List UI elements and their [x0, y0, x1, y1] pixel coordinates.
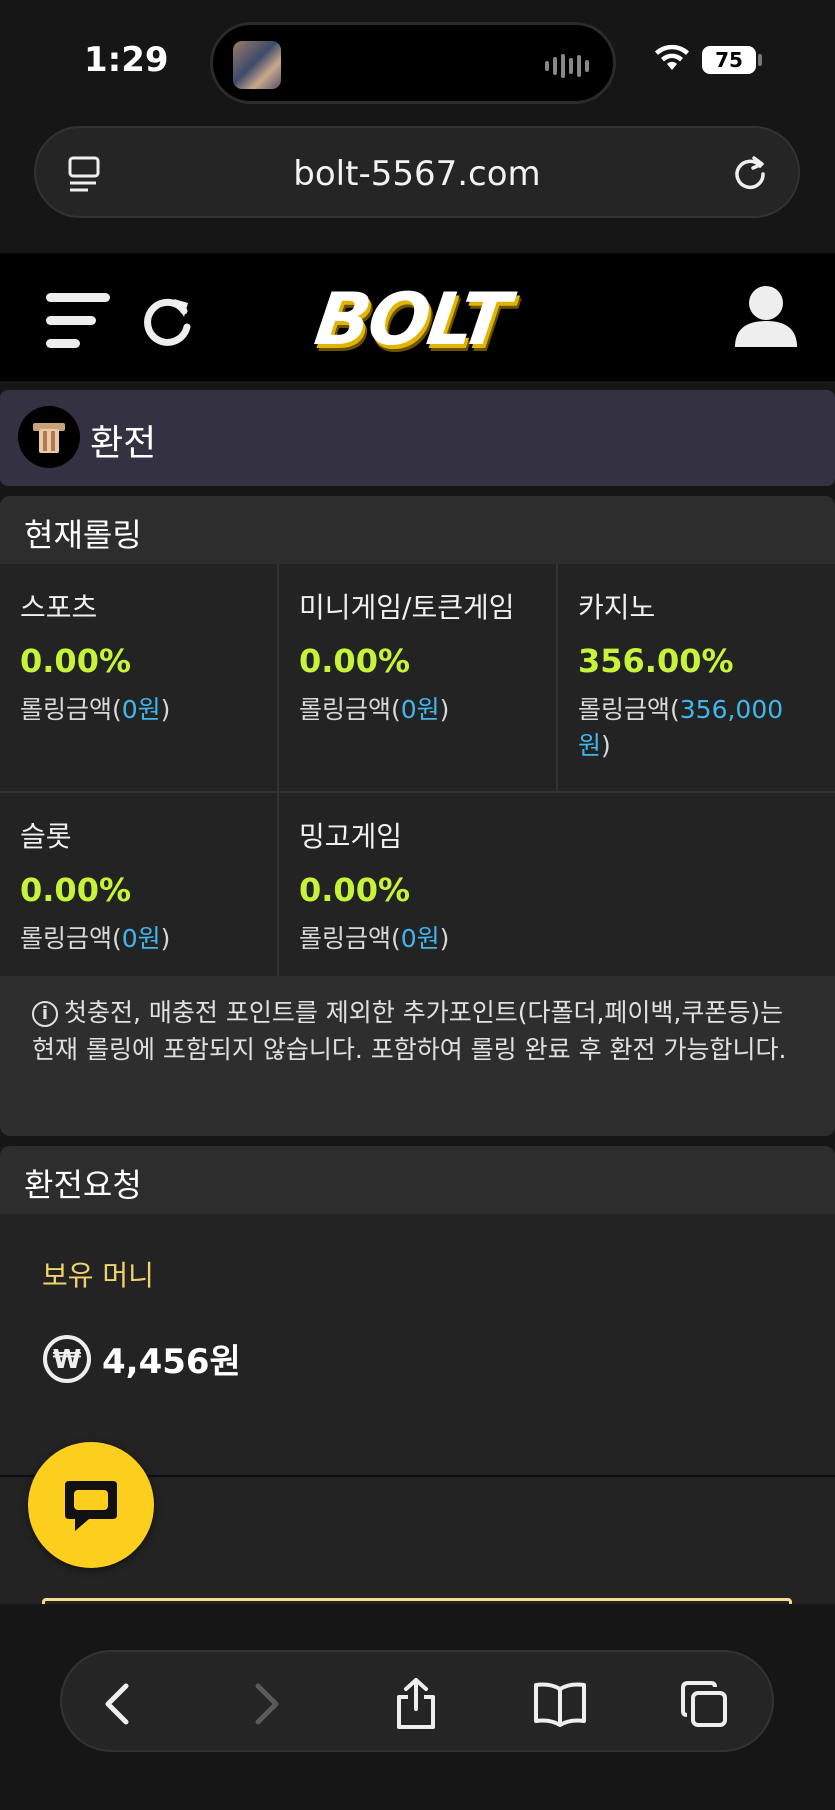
now-playing-thumbnail [233, 41, 281, 89]
battery-indicator: 75 [702, 46, 756, 74]
rolling-item-amount: 롤링금액(356,000 원) [578, 695, 784, 760]
site-header: BOLT [0, 253, 835, 381]
battery-cap [758, 54, 762, 66]
page-title: 환전 [90, 423, 157, 464]
forward-button[interactable] [238, 1676, 294, 1732]
rolling-item-casino: 카지노 356.00% 롤링금액(356,000 원) [558, 564, 835, 786]
rolling-item-amount: 롤링금액(0원) [299, 924, 450, 953]
chat-bubble-icon [65, 1481, 117, 1531]
book-icon [534, 1682, 586, 1727]
rolling-item-mingo: 밍고게임 0.00% 롤링금액(0원) [279, 793, 679, 979]
rolling-item-percent: 0.00% [299, 642, 411, 680]
rolling-notice: i 첫충전, 매충전 포인트를 제외한 추가포인트(다폴더,페이백,쿠폰등)는 현… [0, 976, 835, 1136]
rolling-item-name: 카지노 [578, 591, 656, 624]
rolling-item-sports: 스포츠 0.00% 롤링금액(0원) [0, 564, 277, 750]
site-logo[interactable]: BOLT [310, 277, 513, 361]
user-profile-icon[interactable] [733, 283, 799, 349]
hamburger-menu-icon[interactable] [46, 293, 112, 349]
rolling-item-name: 스포츠 [20, 591, 98, 624]
svg-text:₩: ₩ [53, 1345, 82, 1375]
status-bar: 1:29 75 [0, 0, 835, 125]
tabs-button[interactable] [676, 1676, 732, 1732]
rolling-notice-text: 첫충전, 매충전 포인트를 제외한 추가포인트(다폴더,페이백,쿠폰등)는 현재… [32, 998, 787, 1064]
exchange-icon [18, 406, 80, 468]
status-time: 1:29 [84, 40, 169, 80]
rolling-item-slot: 슬롯 0.00% 롤링금액(0원) [0, 793, 277, 979]
rolling-item-name: 슬롯 [20, 820, 72, 853]
address-bar[interactable]: bolt-5567.com [34, 126, 800, 218]
rolling-item-amount: 롤링금액(0원) [20, 695, 171, 724]
rolling-item-minigame: 미니게임/토큰게임 0.00% 롤링금액(0원) [279, 564, 556, 750]
refresh-icon[interactable] [140, 289, 196, 349]
rolling-item-percent: 0.00% [20, 871, 132, 909]
current-rolling-title: 현재롤링 [0, 496, 835, 564]
rolling-item-amount: 롤링금액(0원) [20, 924, 171, 953]
browser-toolbar [0, 1604, 835, 1810]
rolling-item-name: 밍고게임 [299, 820, 403, 853]
holding-money-label: 보유 머니 [42, 1259, 154, 1292]
exchange-request-title: 환전요청 [0, 1146, 835, 1214]
section-header: 환전 [0, 390, 835, 486]
url-text[interactable]: bolt-5567.com [36, 154, 798, 194]
wifi-icon [655, 44, 689, 70]
dynamic-island[interactable] [210, 22, 616, 104]
back-button[interactable] [90, 1676, 146, 1732]
toolbar-pill [60, 1650, 774, 1752]
rolling-item-percent: 0.00% [299, 871, 411, 909]
share-button[interactable] [388, 1676, 444, 1732]
audio-wave-icon [545, 54, 589, 78]
rolling-item-percent: 0.00% [20, 642, 132, 680]
rolling-item-percent: 356.00% [578, 642, 734, 680]
holding-money-amount: 4,456원 [102, 1342, 241, 1382]
rolling-item-name: 미니게임/토큰게임 [299, 591, 515, 624]
tabs-icon [681, 1681, 727, 1727]
current-rolling-panel: 현재롤링 스포츠 0.00% 롤링금액(0원) 미니게임/토큰게임 0.00% … [0, 496, 835, 1136]
info-icon: i [32, 1001, 58, 1027]
won-currency-icon: ₩ [43, 1335, 91, 1383]
chevron-right-icon [255, 1683, 279, 1725]
share-icon [397, 1678, 435, 1729]
chat-button[interactable] [28, 1442, 154, 1568]
bookmarks-button[interactable] [532, 1676, 588, 1732]
reload-icon[interactable] [730, 152, 770, 192]
rolling-item-amount: 롤링금액(0원) [299, 695, 450, 724]
chevron-left-icon [105, 1683, 129, 1725]
